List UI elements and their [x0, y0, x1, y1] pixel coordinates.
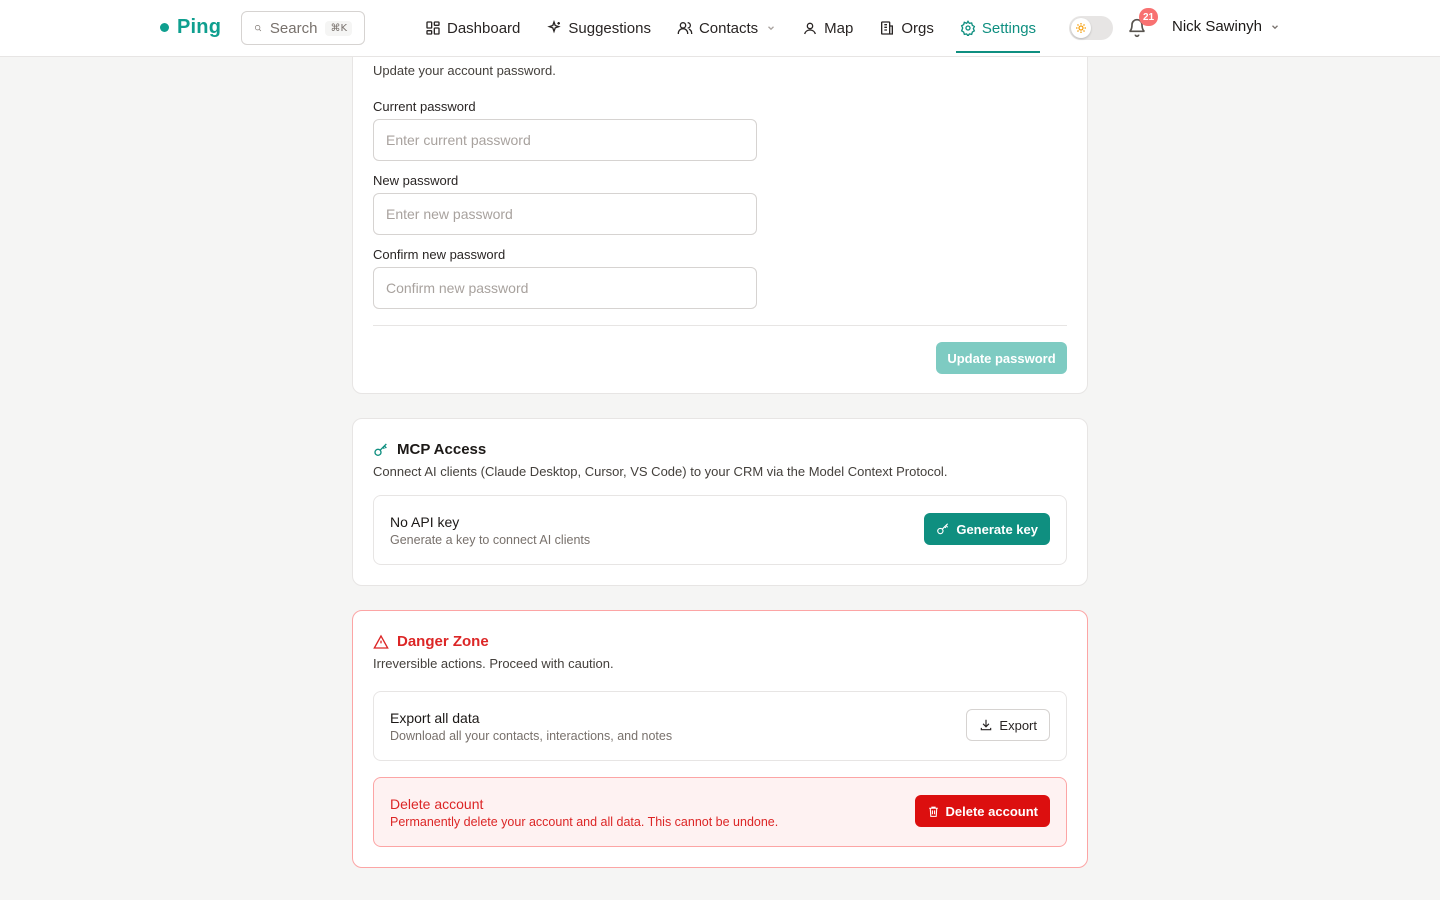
top-navbar: Ping Search ⌘K Dashboard Suggestions Con… [0, 0, 1440, 57]
nav-suggestions-label: Suggestions [568, 19, 651, 37]
building-icon [881, 21, 894, 35]
nav-settings-label: Settings [981, 19, 1037, 37]
nav-orgs-label: Orgs [901, 19, 934, 37]
delete-account-button[interactable]: Delete account [914, 795, 1050, 827]
delete-sub: Permanently delete your account and all … [390, 815, 779, 829]
mcp-description: Connect AI clients (Claude Desktop, Curs… [373, 464, 948, 479]
sun-icon [1071, 18, 1091, 38]
generate-key-label: Generate key [956, 521, 1038, 537]
api-key-hint: Generate a key to connect AI clients [390, 533, 591, 547]
nav-contacts-label: Contacts [698, 19, 759, 37]
key-icon [374, 443, 387, 456]
export-title: Export all data [390, 710, 480, 726]
search-button[interactable]: Search ⌘K [241, 11, 365, 45]
app-name: Ping [177, 16, 222, 38]
generate-key-button[interactable]: Generate key [924, 513, 1050, 545]
sparkles-icon [547, 20, 562, 34]
user-menu[interactable]: Nick Sawinyh [1172, 18, 1280, 35]
danger-zone-card: Danger Zone Irreversible actions. Procee… [352, 610, 1088, 868]
export-sub: Download all your contacts, interactions… [390, 729, 673, 743]
danger-title-text: Danger Zone [397, 633, 489, 650]
key-icon [937, 523, 949, 535]
trash-icon [928, 806, 938, 817]
divider [373, 325, 1067, 326]
mcp-title: MCP Access [373, 441, 486, 458]
download-icon [981, 719, 992, 731]
delete-label: Delete account [945, 803, 1038, 819]
new-password-input[interactable] [373, 193, 757, 235]
export-label: Export [999, 717, 1037, 733]
warning-triangle-icon [373, 634, 389, 649]
current-password-input[interactable] [373, 119, 757, 161]
user-name: Nick Sawinyh [1172, 18, 1263, 35]
danger-title: Danger Zone [373, 633, 489, 650]
notification-badge: 21 [1139, 8, 1159, 26]
export-button[interactable]: Export [966, 709, 1050, 741]
confirm-password-label: Confirm new password [373, 247, 506, 262]
nav-dashboard-label: Dashboard [447, 19, 521, 37]
users-icon [677, 22, 693, 34]
update-password-button[interactable]: Update password [936, 342, 1067, 374]
nav-map-label: Map [824, 19, 854, 37]
nav-contacts[interactable]: Contacts [677, 0, 776, 56]
nav-orgs[interactable]: Orgs [879, 0, 934, 56]
password-description: Update your account password. [373, 63, 556, 78]
chevron-down-icon [1272, 24, 1278, 29]
new-password-label: New password [373, 173, 459, 188]
search-icon [254, 25, 262, 32]
delete-title: Delete account [390, 796, 484, 812]
main-nav: Dashboard Suggestions Contacts Map Orgs … [425, 0, 1062, 56]
map-pin-icon [804, 22, 817, 35]
api-key-status: No API key [390, 514, 460, 530]
theme-toggle[interactable] [1069, 16, 1113, 40]
nav-settings[interactable]: Settings [955, 0, 1041, 56]
delete-account-row: Delete account Permanently delete your a… [373, 777, 1067, 847]
chevron-down-icon [768, 26, 775, 31]
current-password-label: Current password [373, 99, 476, 114]
app-logo[interactable]: Ping [160, 16, 221, 39]
gear-icon [960, 20, 976, 36]
dashboard-icon [426, 21, 440, 35]
mcp-access-card: MCP Access Connect AI clients (Claude De… [352, 418, 1088, 586]
nav-suggestions[interactable]: Suggestions [546, 0, 651, 56]
search-label: Search [269, 19, 318, 37]
mcp-title-text: MCP Access [397, 441, 487, 458]
logo-dot-icon [160, 23, 169, 32]
confirm-password-input[interactable] [373, 267, 757, 309]
search-shortcut: ⌘K [325, 20, 352, 36]
nav-map[interactable]: Map [802, 0, 853, 56]
nav-dashboard[interactable]: Dashboard [425, 0, 520, 56]
danger-description: Irreversible actions. Proceed with cauti… [373, 656, 614, 671]
api-key-row: No API key Generate a key to connect AI … [373, 495, 1067, 565]
password-card: Update your account password. Current pa… [352, 30, 1088, 394]
export-row: Export all data Download all your contac… [373, 691, 1067, 761]
